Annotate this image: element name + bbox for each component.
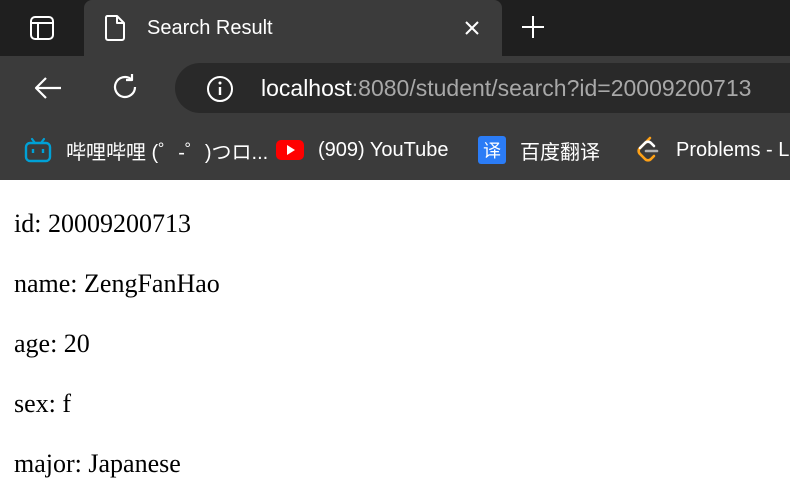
browser-toolbar: localhost:8080/student/search?id=2000920… xyxy=(0,56,790,120)
address-bar[interactable]: localhost:8080/student/search?id=2000920… xyxy=(175,63,790,113)
url-path: :8080/student/search?id=20009200713 xyxy=(351,75,752,101)
tab-title: Search Result xyxy=(147,16,273,39)
back-button[interactable] xyxy=(30,72,66,104)
bookmark-leetcode[interactable]: Problems - L xyxy=(634,120,789,180)
tab-actions-button[interactable] xyxy=(0,0,84,56)
refresh-button[interactable] xyxy=(108,70,142,104)
url-text[interactable]: localhost:8080/student/search?id=2000920… xyxy=(261,75,751,101)
plus-icon xyxy=(522,16,544,38)
arrow-left-icon xyxy=(34,77,61,99)
youtube-icon xyxy=(276,136,304,164)
bookmarks-bar: 哔哩哔哩 (゜-゜)つロ... (909) YouTube 译 百度翻译 Pro… xyxy=(0,120,790,180)
svg-text:译: 译 xyxy=(483,141,501,162)
student-major: major: Japanese xyxy=(14,449,181,478)
tab-strip: Search Result xyxy=(0,0,790,56)
bookmark-bilibili[interactable]: 哔哩哔哩 (゜-゜)つロ... xyxy=(24,120,268,180)
bookmark-label: Problems - L xyxy=(676,138,790,161)
close-icon xyxy=(465,21,479,35)
bookmark-label: 百度翻译 xyxy=(520,141,600,164)
student-id: id: 20009200713 xyxy=(14,209,191,238)
translate-icon: 译 xyxy=(478,136,506,164)
bookmark-youtube[interactable]: (909) YouTube xyxy=(276,120,448,180)
tab-search-result[interactable]: Search Result xyxy=(84,0,502,56)
page-content: id: 20009200713 name: ZengFanHao age: 20… xyxy=(0,194,790,494)
new-tab-button[interactable] xyxy=(518,12,548,42)
bookmark-baidu-translate[interactable]: 译 百度翻译 xyxy=(478,120,600,180)
info-icon[interactable] xyxy=(206,75,234,103)
student-age: age: 20 xyxy=(14,329,90,358)
close-tab-button[interactable] xyxy=(460,16,484,40)
bookmark-label: 哔哩哔哩 (゜-゜)つロ... xyxy=(66,141,269,164)
bilibili-icon xyxy=(24,136,52,164)
leetcode-icon xyxy=(634,136,662,164)
bookmark-label: (909) YouTube xyxy=(318,138,449,161)
refresh-icon xyxy=(113,74,137,99)
url-host: localhost xyxy=(261,75,352,101)
student-sex: sex: f xyxy=(14,389,72,418)
tab-actions-icon xyxy=(30,16,54,40)
student-name: name: ZengFanHao xyxy=(14,269,220,298)
page-icon xyxy=(104,15,128,41)
